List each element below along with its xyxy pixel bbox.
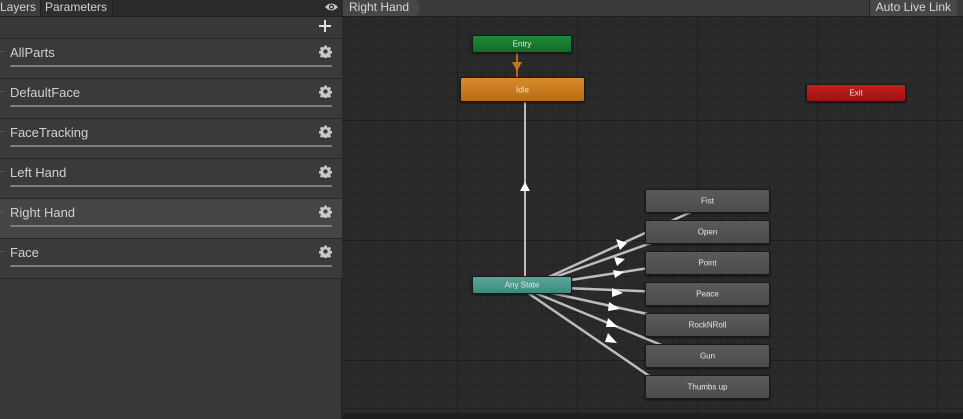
drag-handle[interactable] [0,91,4,96]
auto-live-link-toggle[interactable]: Auto Live Link [868,0,957,16]
gear-icon[interactable] [319,205,332,218]
state-label: Point [698,258,717,268]
arrow-icon [606,318,618,327]
layer-item[interactable]: AllParts [0,38,342,78]
drag-handle[interactable] [0,211,4,216]
layer-item[interactable]: Face [0,238,342,278]
layers-panel: Layers Parameters AllParts DefaultFace F… [0,0,342,419]
layer-weight-bar [10,265,332,267]
gear-icon[interactable] [319,165,332,178]
layer-weight-bar [10,105,332,107]
state-label: Open [697,227,718,237]
layer-weight-bar [10,65,332,67]
layer-weight-bar [10,145,332,147]
arrow-icon [520,182,530,191]
eye-icon[interactable] [324,1,339,13]
state-label: Entry [512,39,532,49]
state-point[interactable]: Point [645,251,770,275]
state-label: Thumbs up [687,382,728,392]
drag-handle[interactable] [0,251,4,256]
drag-handle[interactable] [0,171,4,176]
gear-icon[interactable] [319,245,332,258]
layer-name: DefaultFace [10,85,81,100]
layer-item[interactable]: DefaultFace [0,78,342,118]
state-label: RockNRoll [688,320,727,330]
state-exit[interactable]: Exit [806,84,906,102]
arrow-icon [512,62,522,71]
state-any-state[interactable]: Any State [472,276,572,294]
state-label: Exit [849,88,863,98]
graph-header: Right Hand Auto Live Link [343,0,963,17]
state-label: Fist [701,196,714,206]
layer-name: Face [10,245,39,260]
gear-icon[interactable] [319,125,332,138]
tab-parameters[interactable]: Parameters [41,0,113,16]
layer-item[interactable]: Left Hand [0,158,342,198]
state-gun[interactable]: Gun [645,344,770,368]
gear-icon[interactable] [319,45,332,58]
state-entry[interactable]: Entry [472,35,572,53]
state-peace[interactable]: Peace [645,282,770,306]
layer-weight-bar [10,185,332,187]
gear-icon[interactable] [319,85,332,98]
add-layer-icon[interactable] [318,19,332,33]
breadcrumb-arrow-icon [415,0,421,16]
layer-name: FaceTracking [10,125,89,140]
arrow-icon [605,333,617,343]
drag-handle[interactable] [0,131,4,136]
state-open[interactable]: Open [645,220,770,244]
state-fist[interactable]: Fist [645,189,770,213]
layer-list: AllParts DefaultFace FaceTracking Left H… [0,38,342,278]
state-thumbs-up[interactable]: Thumbs up [645,375,770,399]
divider [0,278,342,279]
drag-handle[interactable] [0,51,4,56]
graph-bottom-bar [343,413,963,419]
state-rocknroll[interactable]: RockNRoll [645,313,770,337]
layer-item-selected[interactable]: Right Hand [0,198,342,238]
state-machine-graph[interactable]: Entry Idle Exit Any State Fist Open Poin… [343,0,963,419]
state-label: Any State [504,280,540,290]
layer-name: Right Hand [10,205,76,220]
breadcrumb[interactable]: Right Hand [343,0,418,16]
arrow-icon [614,257,625,266]
tab-layers[interactable]: Layers [0,0,41,16]
panel-tabs: Layers Parameters [0,0,342,17]
layer-weight-bar [10,225,332,227]
state-label: Idle [516,85,529,94]
layer-item[interactable]: FaceTracking [0,118,342,158]
layers-toolbar [0,17,342,38]
layer-name: Left Hand [10,165,67,180]
state-idle[interactable]: Idle [460,77,585,102]
layer-name: AllParts [10,45,55,60]
state-label: Peace [696,289,719,299]
state-label: Gun [699,351,716,361]
